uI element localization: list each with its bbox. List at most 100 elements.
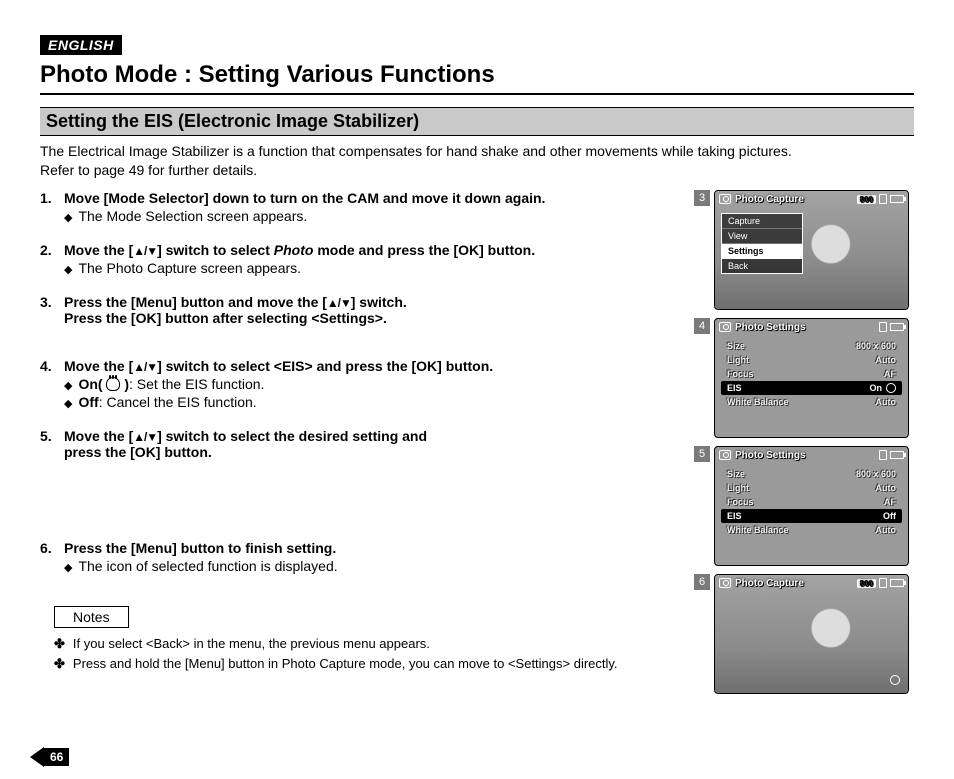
intro-line-2: Refer to page 49 for further details. [40, 162, 257, 178]
screenshot-4-settings: Size800 x 600 LightAuto FocusAF EISOn Wh… [721, 339, 902, 409]
step-3-line1: Press the [Menu] button and move the [▲/… [64, 294, 680, 310]
step-5-line1-pre: Move the [ [64, 428, 133, 444]
menu-item-capture: Capture [722, 214, 802, 229]
steps-column: 1. Move [Mode Selector] down to turn on … [40, 190, 680, 694]
step-3-number: 3. [40, 294, 64, 326]
step-2-bullet-text: The Photo Capture screen appears. [78, 260, 301, 276]
intro-paragraph: The Electrical Image Stabilizer is a fun… [40, 142, 914, 180]
screenshot-3: 3 Photo Capture 800 Capture View Setting… [694, 190, 914, 310]
setting-row-size: Size800 x 600 [721, 339, 902, 353]
screenshot-5-title: Photo Settings [735, 450, 806, 461]
hand-icon [106, 377, 120, 391]
step-4-head: Move the [▲/▼] switch to select <EIS> an… [64, 358, 680, 374]
step-1-bullet-text: The Mode Selection screen appears. [78, 208, 307, 224]
step-2-head-post: mode and press the [OK] button. [313, 242, 535, 258]
screenshot-4: 4 Photo Settings Size800 x 600 LightAuto… [694, 318, 914, 438]
step-5-number: 5. [40, 428, 64, 460]
screenshot-5-settings: Size800 x 600 LightAuto FocusAF EISOff W… [721, 467, 902, 537]
step-2-number: 2. [40, 242, 64, 276]
diamond-icon: ◆ [64, 263, 72, 276]
note-1: ✤ If you select <Back> in the menu, the … [54, 636, 680, 652]
memory-card-icon [879, 578, 887, 588]
screenshot-4-title: Photo Settings [735, 322, 806, 333]
step-2: 2. Move the [▲/▼] switch to select Photo… [40, 242, 680, 276]
memory-card-icon [879, 450, 887, 460]
setting-row-light: LightAuto [721, 481, 902, 495]
step-3-line2: Press the [OK] button after selecting <S… [64, 310, 680, 326]
note-marker-icon: ✤ [54, 656, 65, 672]
setting-row-focus: FocusAF [721, 495, 902, 509]
diamond-icon: ◆ [64, 379, 72, 392]
up-down-icon: ▲/▼ [133, 244, 157, 258]
memory-card-icon [879, 322, 887, 332]
step-6-bullet-text: The icon of selected function is display… [78, 558, 337, 574]
up-down-icon: ▲/▼ [133, 430, 157, 444]
step-2-head-mid: ] switch to select [157, 242, 274, 258]
section-title: Setting the EIS (Electronic Image Stabil… [40, 107, 914, 136]
page-number: 66 [30, 747, 69, 767]
step-4-head-post: ] switch to select <EIS> and press the [… [157, 358, 493, 374]
camera-icon [719, 194, 731, 204]
step-1-head: Move [Mode Selector] down to turn on the… [64, 190, 680, 206]
setting-row-eis: EISOff [721, 509, 902, 523]
step-5-line1: Move the [▲/▼] switch to select the desi… [64, 428, 680, 444]
step-4-off-text: Cancel the EIS function. [103, 394, 257, 410]
screenshot-4-number: 4 [694, 318, 710, 334]
battery-icon [890, 323, 904, 331]
battery-icon [890, 451, 904, 459]
step-4-sub-on: ◆ On( ): Set the EIS function. [64, 376, 680, 392]
memory-card-icon [879, 194, 887, 204]
page-arrow-icon [30, 747, 44, 767]
hand-icon [890, 675, 900, 685]
setting-row-focus: FocusAF [721, 367, 902, 381]
screenshot-3-menu: Capture View Settings Back [721, 213, 803, 274]
resolution-badge: 800 [857, 195, 876, 204]
step-5-line2: press the [OK] button. [64, 444, 680, 460]
step-1-bullet: ◆ The Mode Selection screen appears. [64, 208, 680, 224]
menu-item-back: Back [722, 259, 802, 273]
setting-row-wb: White BalanceAuto [721, 395, 902, 409]
step-4-off-label: Off [78, 394, 98, 410]
battery-icon [890, 579, 904, 587]
step-4-on-label: On( [78, 376, 106, 392]
step-2-head-pre: Move the [ [64, 242, 133, 258]
step-4: 4. Move the [▲/▼] switch to select <EIS>… [40, 358, 680, 410]
note-1-text: If you select <Back> in the menu, the pr… [73, 636, 430, 651]
screenshot-6: 6 Photo Capture 800 [694, 574, 914, 694]
menu-item-view: View [722, 229, 802, 244]
step-3: 3. Press the [Menu] button and move the … [40, 294, 680, 326]
step-5-line1-post: ] switch to select the desired setting a… [157, 428, 427, 444]
note-2-text: Press and hold the [Menu] button in Phot… [73, 656, 618, 671]
diamond-icon: ◆ [64, 561, 72, 574]
step-4-sub-off: ◆ Off: Cancel the EIS function. [64, 394, 680, 410]
screenshot-6-title: Photo Capture [735, 578, 804, 589]
step-2-head-italic: Photo [274, 242, 314, 258]
step-3-line1-pre: Press the [Menu] button and move the [ [64, 294, 327, 310]
setting-row-light: LightAuto [721, 353, 902, 367]
note-2: ✤ Press and hold the [Menu] button in Ph… [54, 656, 680, 672]
camera-icon [719, 322, 731, 332]
language-badge: ENGLISH [40, 35, 122, 55]
camera-icon [719, 450, 731, 460]
page-number-value: 66 [44, 748, 69, 766]
step-6-number: 6. [40, 540, 64, 574]
step-4-on-text: Set the EIS function. [133, 376, 265, 392]
step-1-number: 1. [40, 190, 64, 224]
page-title: Photo Mode : Setting Various Functions [40, 61, 914, 95]
up-down-icon: ▲/▼ [133, 360, 157, 374]
menu-item-settings: Settings [722, 244, 802, 259]
battery-icon [890, 195, 904, 203]
step-2-bullet: ◆ The Photo Capture screen appears. [64, 260, 680, 276]
step-1: 1. Move [Mode Selector] down to turn on … [40, 190, 680, 224]
setting-row-wb: White BalanceAuto [721, 523, 902, 537]
step-4-number: 4. [40, 358, 64, 410]
step-5: 5. Move the [▲/▼] switch to select the d… [40, 428, 680, 460]
screenshot-5-number: 5 [694, 446, 710, 462]
camera-icon [719, 578, 731, 588]
hand-icon [886, 383, 896, 393]
screenshot-6-number: 6 [694, 574, 710, 590]
setting-row-size: Size800 x 600 [721, 467, 902, 481]
intro-line-1: The Electrical Image Stabilizer is a fun… [40, 143, 792, 159]
screenshot-3-title: Photo Capture [735, 194, 804, 205]
diamond-icon: ◆ [64, 397, 72, 410]
